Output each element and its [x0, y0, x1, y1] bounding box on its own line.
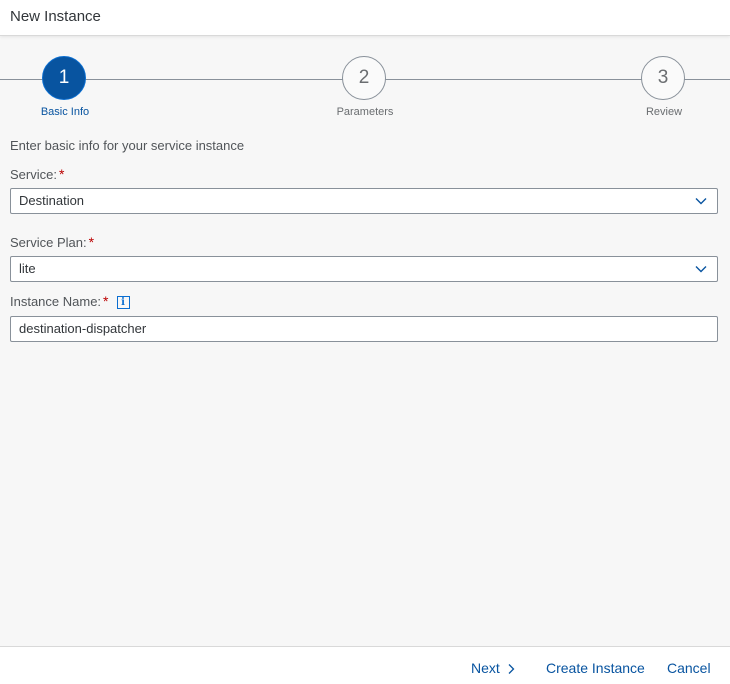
service-plan-label-text: Service Plan:: [10, 235, 87, 250]
next-button[interactable]: Next: [471, 660, 516, 676]
instance-name-label: Instance Name: * i: [10, 293, 130, 310]
dialog-header: New Instance: [0, 0, 730, 36]
chevron-down-icon[interactable]: [694, 262, 708, 276]
service-plan-select-value: lite: [19, 261, 36, 276]
dialog-footer: Next Create Instance Cancel: [0, 646, 730, 684]
chevron-down-icon[interactable]: [694, 194, 708, 208]
instance-name-input[interactable]: destination-dispatcher: [10, 316, 718, 342]
dialog-title: New Instance: [10, 8, 101, 25]
chevron-right-icon: [508, 664, 515, 675]
step-number-circle[interactable]: 2: [342, 56, 386, 100]
step-number-circle[interactable]: 1: [42, 56, 86, 100]
form-intro-text: Enter basic info for your service instan…: [10, 138, 245, 153]
required-marker: *: [58, 166, 65, 182]
service-label-text: Service:: [10, 167, 57, 182]
create-instance-button[interactable]: Create Instance: [546, 660, 645, 676]
step-number-circle[interactable]: 3: [641, 56, 685, 100]
service-plan-label: Service Plan: *: [10, 234, 94, 250]
cancel-button[interactable]: Cancel: [667, 660, 711, 676]
required-marker: *: [88, 234, 95, 250]
instance-name-label-text: Instance Name:: [10, 294, 102, 309]
instance-name-input-value: destination-dispatcher: [19, 321, 147, 336]
service-select-value: Destination: [19, 193, 85, 208]
wizard-progress: 1 Basic Info 2 Parameters 3 Review: [0, 36, 730, 126]
service-label: Service: *: [10, 166, 64, 182]
step-label: Review: [645, 106, 683, 118]
step-label: Parameters: [336, 106, 394, 118]
service-plan-select[interactable]: lite: [10, 256, 718, 282]
step-label: Basic Info: [40, 106, 90, 118]
service-select[interactable]: Destination: [10, 188, 718, 214]
info-icon[interactable]: i: [116, 296, 130, 310]
required-marker: *: [103, 293, 109, 309]
next-button-label: Next: [471, 660, 500, 676]
